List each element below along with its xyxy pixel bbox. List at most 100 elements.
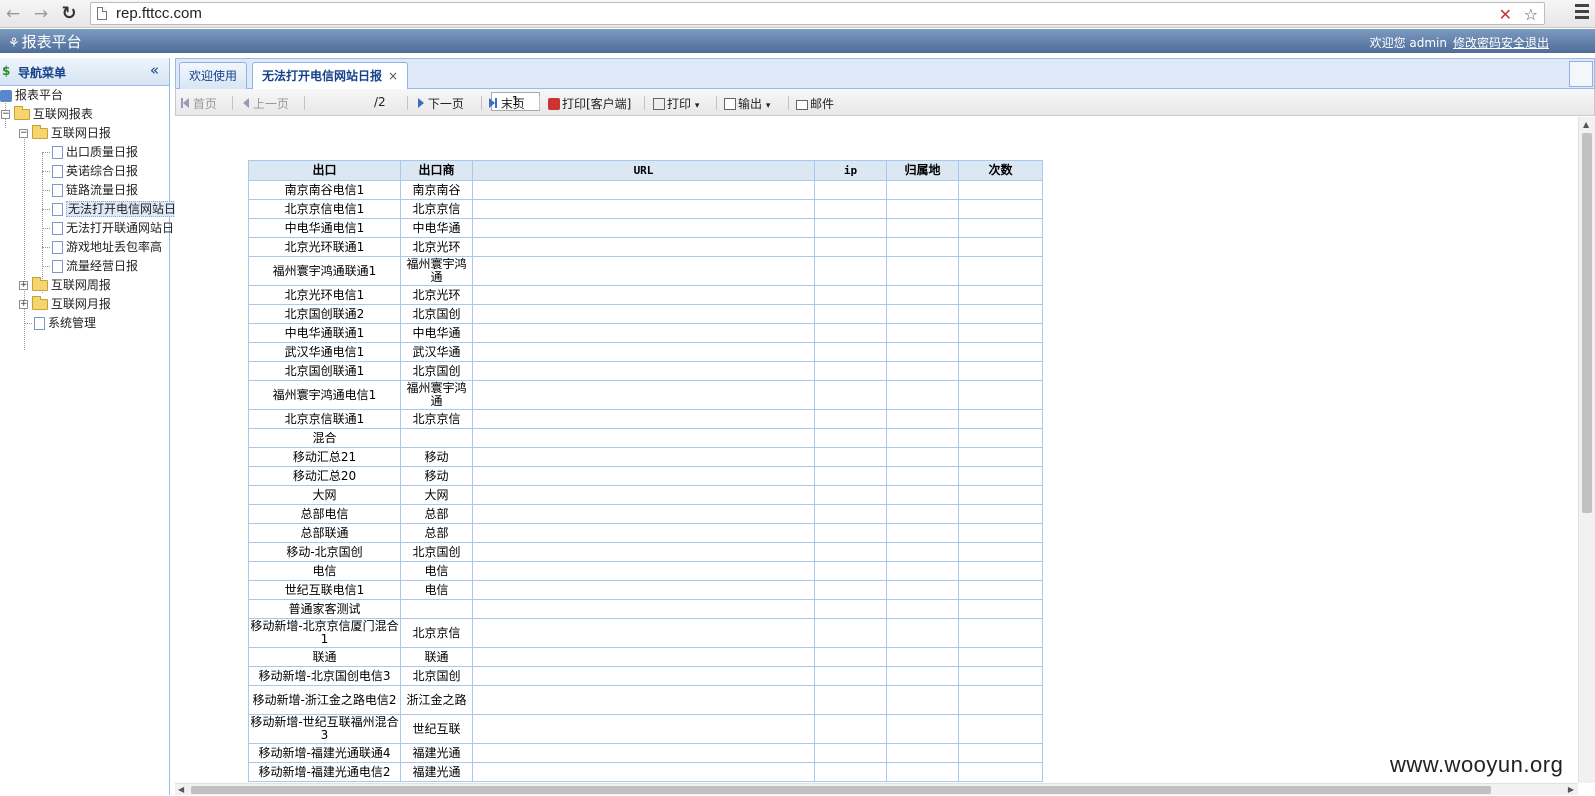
scroll-right-icon[interactable]: ▶ — [1568, 784, 1574, 796]
table-cell — [814, 285, 887, 305]
tree-system-management[interactable]: 系统管理 — [34, 314, 96, 333]
table-cell — [958, 714, 1043, 744]
print-client-button[interactable]: 打印[客户端] — [548, 95, 631, 112]
table-cell — [472, 380, 815, 410]
table-cell — [814, 237, 887, 257]
menu-icon[interactable] — [1575, 4, 1589, 20]
tree-monthly-reports[interactable]: + 互联网月报 — [19, 295, 111, 314]
back-arrow-icon[interactable]: ← — [2, 3, 24, 25]
tree-item-exit-quality[interactable]: 出口质量日报 — [52, 143, 138, 162]
table-cell — [886, 199, 959, 219]
table-row: 总部电信 总部 — [248, 504, 1043, 524]
table-cell — [958, 504, 1043, 524]
blocked-plugin-icon[interactable]: ✕ — [1499, 5, 1512, 24]
tree-item-innuo[interactable]: 英诺综合日报 — [52, 162, 138, 181]
expand-node-icon[interactable]: + — [19, 300, 28, 309]
tab-telecom-daily-report[interactable]: 无法打开电信网站日报 × — [252, 62, 409, 89]
table-cell — [814, 256, 887, 286]
table-cell: 联通 — [248, 647, 401, 667]
table-cell: 北京国创 — [400, 361, 473, 381]
table-cell — [886, 599, 959, 619]
table-cell — [814, 409, 887, 429]
table-cell — [400, 599, 473, 619]
collapse-node-icon[interactable]: − — [19, 129, 28, 138]
tree-item-telecom-unreachable[interactable]: 无法打开电信网站日 — [52, 200, 179, 219]
table-cell: 南京南谷电信1 — [248, 180, 401, 200]
tree-item-unicom-unreachable[interactable]: 无法打开联通网站日 — [52, 219, 174, 238]
table-cell — [958, 361, 1043, 381]
table-cell — [472, 580, 815, 600]
export-button[interactable]: 输出 — [724, 95, 770, 112]
table-cell — [886, 561, 959, 581]
collapse-node-icon[interactable]: − — [1, 110, 10, 119]
next-page-button[interactable]: 下一页 — [418, 95, 464, 112]
tab-strip: 欢迎使用 无法打开电信网站日报 × — [175, 58, 1595, 89]
table-row: 移动新增-福建光通联通4 福建光通 — [248, 743, 1043, 763]
table-cell — [472, 180, 815, 200]
address-bar[interactable]: rep.fttcc.com ✕ ☆ — [90, 2, 1545, 25]
table-cell — [472, 542, 815, 562]
table-cell: 北京光环联通1 — [248, 237, 401, 257]
column-header: URL — [472, 160, 815, 181]
tree-internet-reports[interactable]: − 互联网报表 — [1, 105, 93, 124]
table-cell — [886, 237, 959, 257]
change-password-logout-link[interactable]: 修改密码安全退出 — [1453, 36, 1549, 50]
tab-menu-button[interactable] — [1569, 61, 1593, 87]
table-cell: 总部联通 — [248, 523, 401, 543]
tree-weekly-reports[interactable]: + 互联网周报 — [19, 276, 111, 295]
scroll-thumb[interactable] — [191, 786, 1491, 794]
folder-icon — [31, 277, 48, 291]
tree-daily-reports[interactable]: − 互联网日报 — [19, 124, 111, 143]
table-cell — [958, 323, 1043, 343]
table-cell — [472, 466, 815, 486]
table-cell — [814, 580, 887, 600]
logo-icon: ⚘ — [8, 36, 20, 51]
scroll-left-icon[interactable]: ◀ — [178, 784, 184, 796]
vertical-scrollbar[interactable]: ▲ — [1578, 117, 1595, 783]
table-cell: 福州寰宇鸿通 — [400, 256, 473, 286]
printer-icon — [653, 98, 665, 110]
table-cell — [958, 380, 1043, 410]
table-row: 移动汇总21 移动 — [248, 447, 1043, 467]
table-cell — [958, 685, 1043, 715]
table-cell — [472, 504, 815, 524]
user-welcome: 欢迎您 admin 修改密码安全退出 — [1370, 34, 1549, 51]
table-cell: 移动新增-浙江金之路电信2 — [248, 685, 401, 715]
table-cell — [886, 218, 959, 238]
forward-arrow-icon[interactable]: → — [30, 3, 52, 25]
table-cell: 移动汇总21 — [248, 447, 401, 467]
document-icon — [52, 184, 63, 197]
close-tab-icon[interactable]: × — [388, 69, 398, 83]
expand-node-icon[interactable]: + — [19, 281, 28, 290]
collapse-icon[interactable]: « — [150, 61, 159, 79]
prev-page-button[interactable]: 上一页 — [243, 95, 289, 112]
table-cell — [814, 199, 887, 219]
tree-item-traffic-ops[interactable]: 流量经营日报 — [52, 257, 138, 276]
table-cell — [886, 743, 959, 763]
table-row: 移动汇总20 移动 — [248, 466, 1043, 486]
table-cell — [814, 447, 887, 467]
tree-root[interactable]: 报表平台 — [0, 86, 63, 105]
star-icon[interactable]: ☆ — [1524, 5, 1538, 24]
horizontal-scrollbar[interactable]: ◀ ▶ — [175, 783, 1578, 795]
table-cell: 北京国创联通1 — [248, 361, 401, 381]
table-row: 移动新增-福建光通电信2 福建光通 — [248, 762, 1043, 782]
reload-icon[interactable]: ↻ — [58, 3, 80, 25]
first-page-button[interactable]: 首页 — [181, 95, 217, 112]
sidebar-header: $ 导航菜单 « — [0, 58, 169, 86]
scroll-thumb[interactable] — [1582, 133, 1592, 513]
table-row: 大网 大网 — [248, 485, 1043, 505]
last-page-button[interactable]: 末页 — [489, 95, 525, 112]
document-icon — [52, 260, 63, 273]
table-cell — [814, 304, 887, 324]
table-cell — [886, 323, 959, 343]
tree-item-link-traffic[interactable]: 链路流量日报 — [52, 181, 138, 200]
scroll-up-icon[interactable]: ▲ — [1583, 120, 1589, 129]
table-cell — [814, 714, 887, 744]
print-button[interactable]: 打印 — [653, 95, 699, 112]
table-cell — [472, 218, 815, 238]
url-text: rep.fttcc.com — [116, 5, 202, 22]
tab-welcome[interactable]: 欢迎使用 — [179, 62, 248, 89]
mail-button[interactable]: 邮件 — [796, 95, 834, 112]
tree-item-game-packet-loss[interactable]: 游戏地址丢包率高 — [52, 238, 162, 257]
